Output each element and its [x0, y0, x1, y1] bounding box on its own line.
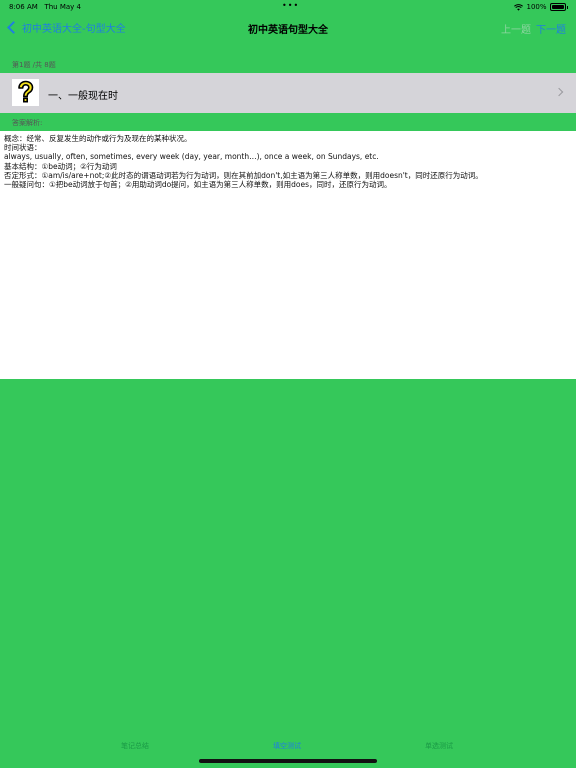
question-mark-icon	[12, 79, 39, 106]
multitask-dots[interactable]: •••	[282, 1, 299, 10]
status-bar: 8:06 AM Thu May 4 ••• 100%	[0, 0, 576, 14]
answer-line: always, usually, often, sometimes, every…	[4, 152, 379, 162]
home-indicator[interactable]	[199, 759, 377, 763]
previous-question-button[interactable]: 上一题	[501, 21, 531, 36]
status-date: Thu May 4	[44, 3, 81, 11]
answer-line: 一般疑问句：①把be动词放于句首；②用助动词do提问，如主语为第三人称单数，则用…	[4, 180, 392, 190]
battery-percent: 100%	[526, 3, 547, 11]
answer-line: 否定形式：①am/is/are+not;②此时态的谓语动词若为行为动词，则在其前…	[4, 170, 483, 180]
status-right: 100%	[514, 3, 568, 11]
status-time: 8:06 AM Thu May 4	[9, 3, 81, 11]
chevron-right-icon	[554, 87, 564, 97]
tab-notes-summary[interactable]: 笔记总结	[121, 741, 149, 751]
tab-single-choice-test[interactable]: 单选测试	[425, 741, 453, 751]
question-title: 一、一般现在时	[48, 91, 118, 102]
answer-line: 概念：经常、反复发生的动作或行为及现在的某种状况。	[4, 134, 192, 143]
answer-text-area[interactable]: 概念：经常、反复发生的动作或行为及现在的某种状况。 时间状语： always, …	[0, 131, 576, 379]
next-question-button[interactable]: 下一题	[536, 21, 566, 36]
battery-nub	[566, 5, 568, 9]
question-row[interactable]: 一、一般现在时	[0, 73, 576, 113]
wifi-icon	[514, 3, 524, 11]
page-title: 初中英语句型大全	[248, 25, 328, 36]
navigation-bar: 初中英语大全-句型大全 初中英语句型大全 上一题 下一题	[0, 14, 576, 42]
tab-bar: 笔记总结 填空测试 单选测试	[0, 738, 576, 754]
answer-label: 答案解析:	[12, 119, 43, 127]
question-count: 第1题 /共 8题	[12, 61, 56, 69]
tab-fill-in-test[interactable]: 填空测试	[273, 741, 301, 751]
answer-line: 时间状语：	[4, 143, 42, 153]
battery-icon	[549, 3, 566, 11]
answer-line: 基本结构：①be动词；②行为动词	[4, 161, 117, 171]
